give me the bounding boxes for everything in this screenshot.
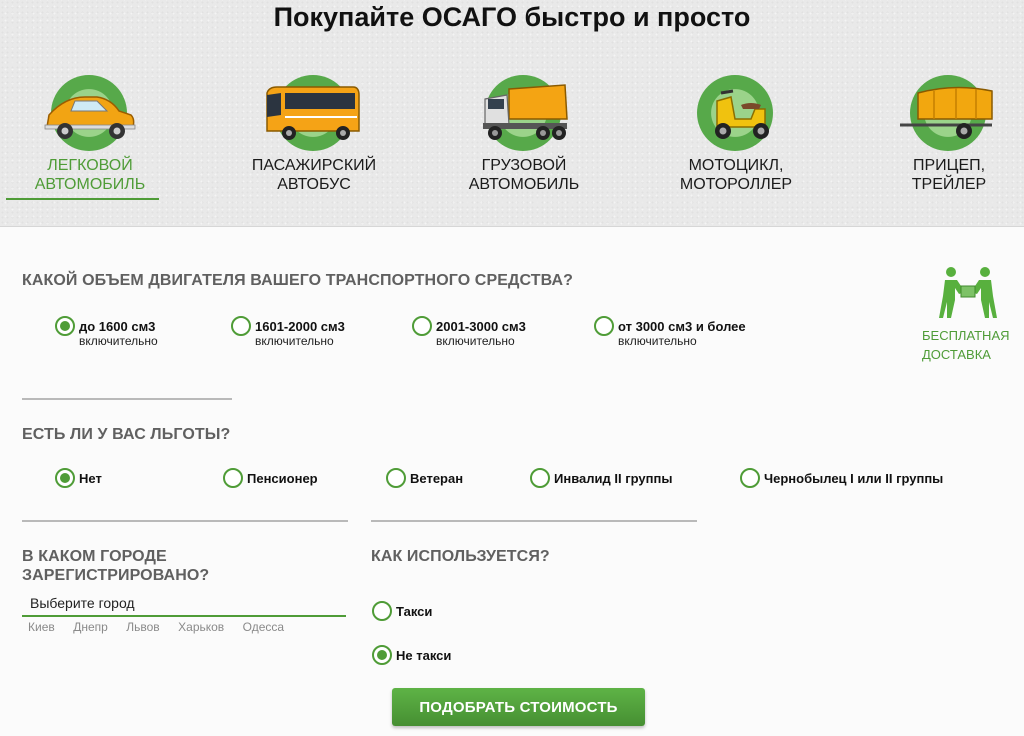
option-label: Инвалид II группы (554, 471, 673, 486)
radio-indicator (55, 316, 75, 336)
radio-indicator (223, 468, 243, 488)
radio-indicator (231, 316, 251, 336)
vehicle-label-line2: АВТОБУС (277, 176, 351, 193)
free-delivery-badge: БЕСПЛАТНАЯ ДОСТАВКА (918, 266, 1018, 364)
city-question: В КАКОМ ГОРОДЕ ЗАРЕГИСТРИРОВАНО? (22, 547, 209, 585)
option-label: Пенсионер (247, 471, 318, 486)
radio-indicator (372, 645, 392, 665)
engine-option-1600[interactable]: до 1600 см3 включительно (55, 314, 215, 348)
city-link-dnipro[interactable]: Днепр (73, 620, 108, 634)
option-label: Чернобылец I или II группы (764, 471, 944, 486)
vehicle-label-line1: ПРИЦЕП, (912, 157, 986, 174)
radio-indicator (530, 468, 550, 488)
city-link-kharkiv[interactable]: Харьков (178, 620, 224, 634)
vehicle-label-line1: ЛЕГКОВОЙ (47, 157, 133, 174)
vehicle-tab-bus[interactable]: ПАСАЖИРСКИЙ АВТОБУС (224, 72, 404, 202)
option-sublabel: включительно (618, 334, 697, 348)
section-divider (371, 520, 697, 522)
city-link-odesa[interactable]: Одесса (243, 620, 284, 634)
option-label: до 1600 см3 (79, 319, 156, 334)
option-label: 1601-2000 см3 (255, 319, 345, 334)
option-sublabel: включительно (79, 334, 158, 348)
option-label: Такси (396, 604, 433, 619)
delivery-handshake-icon (939, 267, 997, 318)
vehicle-label-line2: АВТОМОБИЛЬ (468, 176, 580, 193)
vehicle-label-line2: МОТОРОЛЛЕР (679, 176, 793, 193)
radio-indicator (55, 468, 75, 488)
vehicle-label-line2: АВТОМОБИЛЬ (34, 176, 146, 193)
radio-indicator (372, 601, 392, 621)
option-label: Нет (79, 471, 102, 486)
city-link-lviv[interactable]: Львов (126, 620, 159, 634)
benefit-option-veteran[interactable]: Ветеран (386, 466, 486, 498)
city-link-kyiv[interactable]: Киев (28, 620, 55, 634)
usage-option-not-taxi[interactable]: Не такси (372, 643, 472, 675)
vehicle-tab-scooter[interactable]: МОТОЦИКЛ, МОТОРОЛЛЕР (646, 72, 826, 202)
quick-city-list: Киев Днепр Львов Харьков Одесса (28, 618, 298, 636)
truck-icon (483, 75, 568, 151)
benefit-option-none[interactable]: Нет (55, 466, 135, 498)
option-sublabel: включительно (436, 334, 515, 348)
vehicle-tab-car[interactable]: ЛЕГКОВОЙ АВТОМОБИЛЬ (0, 72, 180, 202)
delivery-label-line2: ДОСТАВКА (922, 347, 991, 362)
delivery-label-line1: БЕСПЛАТНАЯ (922, 328, 1010, 343)
option-sublabel: включительно (255, 334, 334, 348)
car-icon (44, 75, 136, 151)
vehicle-label-line1: МОТОЦИКЛ, (688, 157, 784, 174)
bus-icon (266, 75, 360, 151)
usage-option-taxi[interactable]: Такси (372, 599, 472, 631)
section-divider (22, 398, 232, 400)
section-divider (22, 520, 348, 522)
vehicle-label-line2: ТРЕЙЛЕР (911, 176, 987, 193)
engine-option-over-3000[interactable]: от 3000 см3 и более включительно (594, 314, 794, 348)
vehicle-tab-truck[interactable]: ГРУЗОВОЙ АВТОМОБИЛЬ (434, 72, 614, 202)
page-title: Покупайте ОСАГО быстро и просто (273, 2, 751, 32)
benefit-option-disabled[interactable]: Инвалид II группы (530, 466, 700, 498)
city-question-line1: В КАКОМ ГОРОДЕ (22, 548, 167, 565)
vehicle-header: Покупайте ОСАГО быстро и просто ЛЕГКОВОЙ… (0, 0, 1024, 227)
engine-question: КАКОЙ ОБЪЕМ ДВИГАТЕЛЯ ВАШЕГО ТРАНСПОРТНО… (22, 272, 574, 289)
radio-indicator (740, 468, 760, 488)
scooter-icon (697, 75, 773, 151)
radio-indicator (412, 316, 432, 336)
usage-question: КАК ИСПОЛЬЗУЕТСЯ? (371, 548, 550, 565)
benefits-question: ЕСТЬ ЛИ У ВАС ЛЬГОТЫ? (22, 426, 231, 443)
active-tab-underline (6, 198, 159, 200)
vehicle-label-line1: ГРУЗОВОЙ (481, 157, 567, 174)
city-question-line2: ЗАРЕГИСТРИРОВАНО? (22, 567, 210, 584)
calculate-price-button[interactable]: ПОДОБРАТЬ СТОИМОСТЬ (392, 688, 645, 726)
benefit-option-chernobyl[interactable]: Чернобылец I или II группы (740, 466, 970, 498)
engine-option-3000[interactable]: 2001-3000 см3 включительно (412, 314, 572, 348)
radio-indicator (594, 316, 614, 336)
radio-indicator (386, 468, 406, 488)
vehicle-label-line1: ПАСАЖИРСКИЙ (251, 157, 377, 174)
trailer-icon (900, 75, 993, 151)
option-label: Не такси (396, 648, 452, 663)
vehicle-tab-trailer[interactable]: ПРИЦЕП, ТРЕЙЛЕР (859, 72, 1024, 202)
option-label: 2001-3000 см3 (436, 319, 526, 334)
option-label: Ветеран (410, 471, 464, 486)
city-input[interactable] (22, 590, 346, 617)
benefit-option-pensioner[interactable]: Пенсионер (223, 466, 343, 498)
engine-option-2000[interactable]: 1601-2000 см3 включительно (231, 314, 391, 348)
option-label: от 3000 см3 и более (618, 319, 746, 334)
